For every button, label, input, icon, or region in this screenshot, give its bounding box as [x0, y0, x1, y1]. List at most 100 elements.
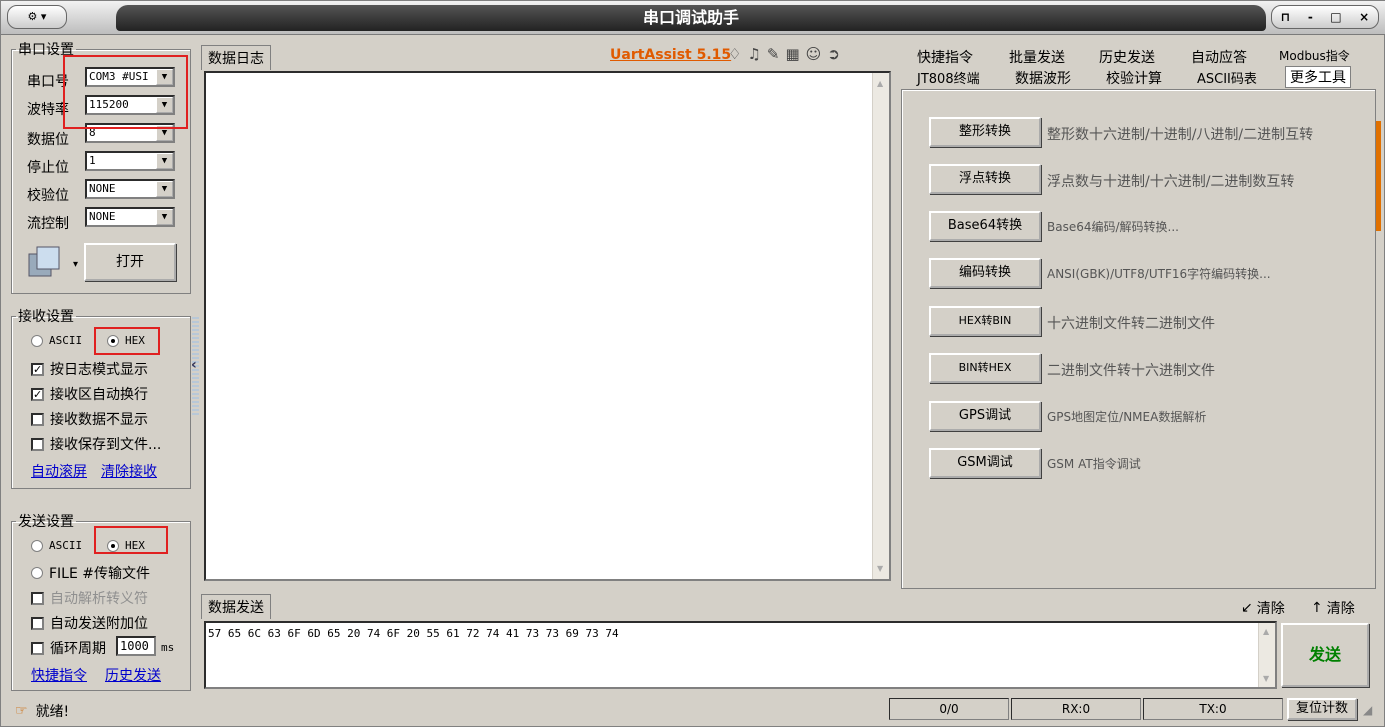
close-button[interactable]: ×	[1359, 10, 1369, 24]
base64-convert-desc: Base64编码/解码转换...	[1047, 220, 1179, 234]
tab-waveform[interactable]: 数据波形	[1015, 68, 1071, 88]
chevron-down-icon[interactable]: ▼	[156, 181, 173, 197]
scroll-up-icon[interactable]: ▲	[1263, 627, 1269, 636]
auto-scroll-link[interactable]: 自动滚屏	[31, 461, 87, 481]
shortcut-link[interactable]: 快捷指令	[31, 665, 87, 685]
gsm-debug-desc: GSM AT指令调试	[1047, 457, 1141, 471]
loop-checkbox[interactable]: 循环周期	[31, 638, 106, 658]
open-port-button[interactable]: 打开	[84, 243, 176, 281]
loop-unit: ms	[161, 641, 175, 654]
title-bar: ⚙ ▾ 串口调试助手 ⊓ - □ ×	[1, 1, 1385, 35]
reset-count-button[interactable]: 复位计数	[1287, 698, 1357, 720]
clear-receive-link[interactable]: 清除接收	[101, 461, 157, 481]
chevron-down-icon[interactable]: ▼	[156, 209, 173, 225]
device-menu-chevron-icon[interactable]: ▾	[73, 259, 78, 270]
float-convert-button[interactable]: 浮点转换	[929, 164, 1041, 194]
minimize-button[interactable]: -	[1308, 10, 1313, 24]
gsm-debug-button[interactable]: GSM调试	[929, 448, 1041, 478]
parity-value: NONE	[89, 182, 116, 195]
save-file-checkbox[interactable]: 接收保存到文件...	[31, 434, 161, 454]
smile-icon[interactable]: ☺	[806, 45, 822, 63]
tab-shortcut[interactable]: 快捷指令	[917, 47, 973, 67]
bin-to-hex-button[interactable]: BIN转HEX	[929, 353, 1041, 383]
tab-ascii-table[interactable]: ASCII码表	[1197, 68, 1257, 87]
loop-period-input[interactable]: 1000	[116, 636, 156, 656]
window-title: 串口调试助手	[116, 5, 1266, 31]
no-display-label: 接收数据不显示	[50, 412, 148, 428]
scroll-down-icon[interactable]: ▼	[1263, 674, 1269, 683]
flow-select[interactable]: NONE ▼	[85, 207, 175, 227]
tab-auto-reply[interactable]: 自动应答	[1191, 47, 1247, 67]
send-file-radio[interactable]: FILE #传输文件	[31, 563, 150, 583]
auto-append-checkbox[interactable]: 自动发送附加位	[31, 613, 148, 633]
right-tab-strip: 快捷指令 批量发送 历史发送 自动应答 Modbus指令 JT808终端 数据波…	[901, 45, 1376, 91]
stopbits-select[interactable]: 1 ▼	[85, 151, 175, 171]
highlight-box-receive-hex	[94, 327, 160, 355]
hex-to-bin-button[interactable]: HEX转BIN	[929, 306, 1041, 336]
tab-data-log[interactable]: 数据日志	[201, 45, 271, 70]
send-links: 快捷指令 历史发送	[31, 665, 161, 685]
send-ascii-label: ASCII	[49, 539, 83, 552]
encoding-convert-button[interactable]: 编码转换	[929, 258, 1041, 288]
scroll-up-icon[interactable]: ▲	[877, 79, 883, 88]
clear-send-label: 清除	[1256, 601, 1285, 617]
tab-jt808[interactable]: JT808终端	[917, 68, 980, 87]
tab-batch[interactable]: 批量发送	[1009, 47, 1065, 67]
tab-history[interactable]: 历史发送	[1099, 47, 1155, 67]
scroll-down-icon[interactable]: ▼	[877, 564, 883, 573]
history-link[interactable]: 历史发送	[105, 665, 161, 685]
parse-escape-checkbox[interactable]: 自动解析转义符	[31, 588, 148, 608]
pin-icon[interactable]: ⊓	[1281, 10, 1291, 24]
send-scrollbar[interactable]: ▲ ▼	[1258, 623, 1275, 687]
bell-icon[interactable]: ♫	[747, 45, 760, 63]
checkbox-icon	[31, 616, 44, 630]
int-convert-desc: 整形数十六进制/十进制/八进制/二进制互转	[1047, 127, 1314, 143]
calculator-icon[interactable]: ▦	[785, 45, 799, 63]
auto-wrap-checkbox[interactable]: ✓ 接收区自动换行	[31, 384, 148, 404]
int-convert-button[interactable]: 整形转换	[929, 117, 1041, 147]
send-ascii-radio[interactable]: ASCII	[31, 539, 82, 552]
resize-grip-icon[interactable]: ◢	[1363, 703, 1372, 717]
port-device-icon[interactable]	[27, 244, 67, 280]
float-convert-desc: 浮点数与十进制/十六进制/二进制数互转	[1047, 174, 1295, 190]
clear-all-button[interactable]: ↑ 清除	[1311, 598, 1355, 618]
receive-ascii-radio[interactable]: ASCII	[31, 334, 82, 347]
flow-value: NONE	[89, 210, 116, 223]
send-input[interactable]: 57 65 6C 63 6F 6D 65 20 74 6F 20 55 61 7…	[204, 621, 1277, 689]
gps-debug-button[interactable]: GPS调试	[929, 401, 1041, 431]
log-mode-checkbox[interactable]: ✓ 按日志模式显示	[31, 359, 148, 379]
log-scrollbar[interactable]: ▲ ▼	[872, 73, 889, 579]
clear-send-button[interactable]: ↙ 清除	[1241, 598, 1285, 618]
no-display-checkbox[interactable]: 接收数据不显示	[31, 409, 148, 429]
send-settings-legend: 发送设置	[18, 514, 74, 530]
tab-modbus[interactable]: Modbus指令	[1279, 47, 1350, 64]
status-rx: RX:0	[1011, 698, 1141, 720]
send-button[interactable]: 发送	[1281, 623, 1369, 687]
encoding-convert-desc: ANSI(GBK)/UTF8/UTF16字符编码转换...	[1047, 267, 1271, 281]
brand-link[interactable]: UartAssist 5.15	[610, 47, 731, 63]
clear-arrow-down-icon: ↙	[1241, 600, 1253, 616]
collapse-chevron-icon[interactable]: ‹	[191, 357, 197, 373]
checkbox-icon	[31, 412, 44, 426]
chevron-down-icon[interactable]: ▼	[156, 153, 173, 169]
tab-checksum[interactable]: 校验计算	[1106, 68, 1162, 88]
parity-label: 校验位	[27, 188, 69, 204]
diamond-icon[interactable]: ♢	[728, 45, 741, 63]
send-content: 57 65 6C 63 6F 6D 65 20 74 6F 20 55 61 7…	[208, 627, 619, 640]
highlight-box-send-hex	[94, 526, 168, 554]
status-count: 0/0	[889, 698, 1009, 720]
edit-icon[interactable]: ✎	[767, 45, 780, 63]
parity-select[interactable]: NONE ▼	[85, 179, 175, 199]
receive-log-area[interactable]: ▲ ▼	[204, 71, 891, 581]
base64-convert-button[interactable]: Base64转换	[929, 211, 1041, 241]
checkbox-checked-icon: ✓	[31, 362, 44, 376]
tab-more-tools[interactable]: 更多工具	[1285, 66, 1351, 88]
databits-label: 数据位	[27, 132, 69, 148]
arrow-right-circle-icon[interactable]: ➲	[827, 45, 840, 63]
flow-label: 流控制	[27, 216, 69, 232]
maximize-button[interactable]: □	[1330, 10, 1341, 24]
system-menu-button[interactable]: ⚙ ▾	[7, 5, 67, 29]
tab-data-send[interactable]: 数据发送	[201, 594, 271, 619]
panel-edge-marker	[1376, 121, 1381, 231]
auto-wrap-label: 接收区自动换行	[50, 387, 148, 403]
